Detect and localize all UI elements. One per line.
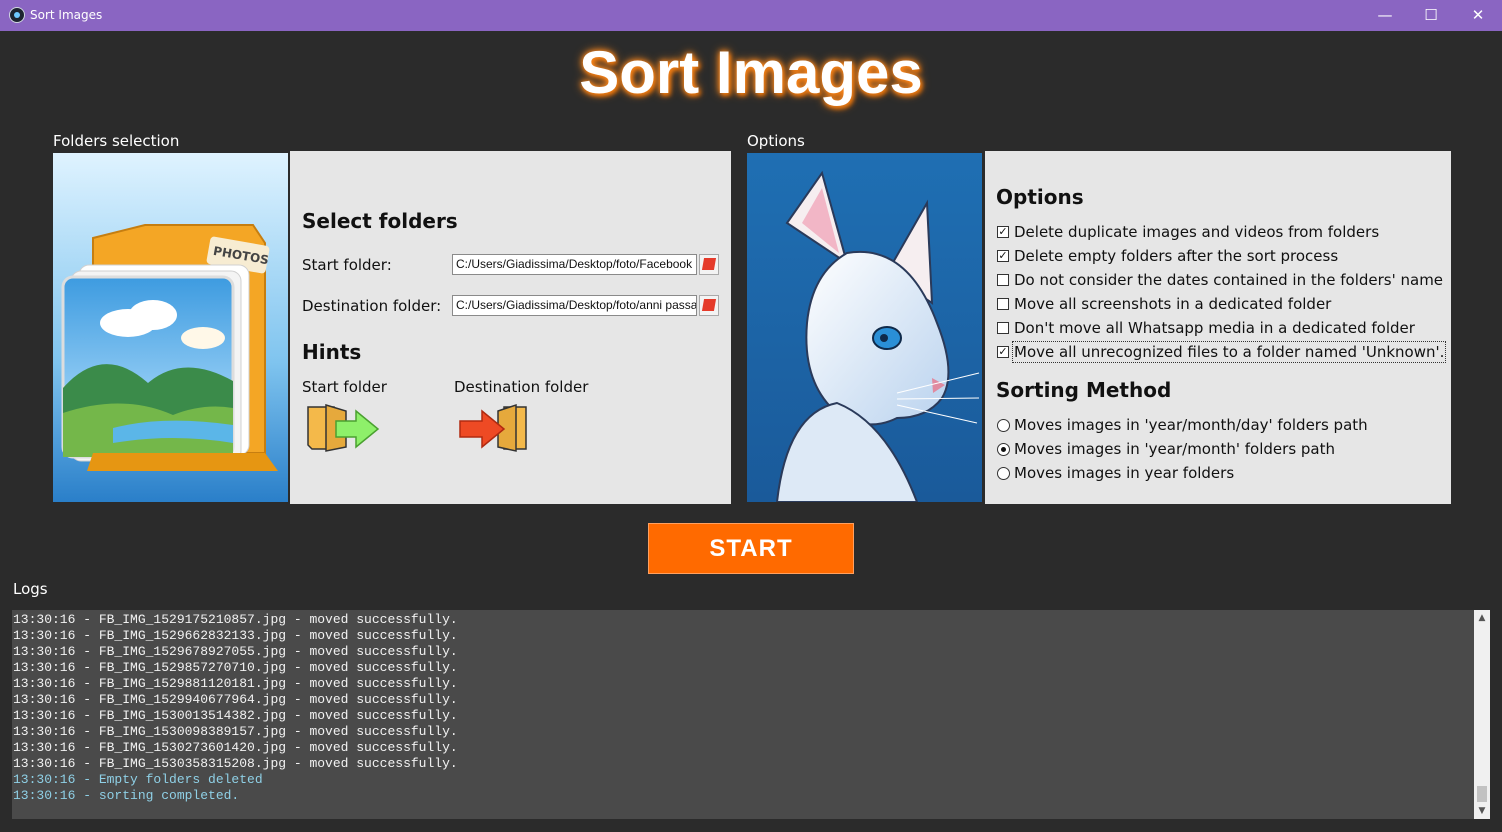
select-folders-heading: Select folders [302, 209, 458, 233]
log-line: 13:30:16 - FB_IMG_1530098389157.jpg - mo… [13, 724, 458, 739]
option-label: Delete duplicate images and videos from … [1014, 223, 1380, 241]
destination-folder-hint-icon [459, 403, 527, 452]
option-label: Move all unrecognized files to a folder … [1011, 341, 1447, 363]
options-section-label: Options [747, 132, 805, 150]
checkbox[interactable] [997, 274, 1009, 286]
scroll-up-arrow-icon[interactable]: ▲ [1474, 610, 1490, 626]
destination-folder-input[interactable]: C:/Users/Giadissima/Desktop/foto/anni pa… [452, 295, 697, 316]
destination-folder-browse-button[interactable] [699, 295, 719, 316]
folders-section-label: Folders selection [53, 132, 180, 150]
checkbox[interactable]: ✓ [997, 250, 1009, 262]
checkbox[interactable]: ✓ [997, 346, 1009, 358]
sorting-label: Moves images in 'year/month' folders pat… [1014, 440, 1335, 458]
option-label: Move all screenshots in a dedicated fold… [1014, 295, 1332, 313]
logs-section-label: Logs [13, 580, 48, 598]
start-folder-label: Start folder: [302, 256, 392, 274]
start-folder-input[interactable]: C:/Users/Giadissima/Desktop/foto/Faceboo… [452, 254, 697, 275]
log-line-info: 13:30:16 - Empty folders deleted [13, 772, 263, 787]
hints-heading: Hints [302, 340, 362, 364]
minimize-button[interactable]: — [1362, 0, 1408, 31]
radio-button[interactable] [997, 419, 1010, 432]
log-line: 13:30:16 - FB_IMG_1529662832133.jpg - mo… [13, 628, 458, 643]
folder-photos-illustration-svg: PHOTOS [53, 153, 288, 502]
logs-scrollbar[interactable]: ▲ ▼ [1474, 610, 1490, 819]
checkbox[interactable] [997, 298, 1009, 310]
log-line: 13:30:16 - FB_IMG_1529678927055.jpg - mo… [13, 644, 458, 659]
cat-illustration [747, 153, 982, 502]
scroll-down-arrow-icon[interactable]: ▼ [1474, 803, 1490, 819]
cat-illustration-svg [747, 153, 982, 502]
log-line: 13:30:16 - FB_IMG_1529881120181.jpg - mo… [13, 676, 458, 691]
start-folder-browse-button[interactable] [699, 254, 719, 275]
log-line: 13:30:16 - FB_IMG_1530013514382.jpg - mo… [13, 708, 458, 723]
sorting-method-heading: Sorting Method [996, 378, 1172, 402]
log-line: 13:30:16 - FB_IMG_1529175210857.jpg - mo… [13, 612, 458, 627]
app-icon [9, 7, 25, 23]
hint-start-folder-label: Start folder [302, 378, 387, 396]
radio-button[interactable] [997, 443, 1010, 456]
log-line: 13:30:16 - FB_IMG_1530358315208.jpg - mo… [13, 756, 458, 771]
sorting-label: Moves images in year folders [1014, 464, 1235, 482]
option-label: Don't move all Whatsapp media in a dedic… [1014, 319, 1415, 337]
checkbox[interactable] [997, 322, 1009, 334]
maximize-button[interactable]: ☐ [1408, 0, 1454, 31]
log-line: 13:30:16 - FB_IMG_1529940677964.jpg - mo… [13, 692, 458, 707]
log-line: 13:30:16 - FB_IMG_1529857270710.jpg - mo… [13, 660, 458, 675]
app-title: Sort Images [579, 39, 923, 106]
window-titlebar: Sort Images — ☐ ✕ [0, 0, 1502, 31]
close-button[interactable]: ✕ [1455, 0, 1501, 31]
logs-textbox[interactable]: 13:30:16 - FB_IMG_1529175210857.jpg - mo… [12, 610, 1474, 819]
option-label: Do not consider the dates contained in t… [1014, 271, 1444, 289]
log-line-info: 13:30:16 - sorting completed. [13, 788, 240, 803]
folder-illustration: PHOTOS [53, 153, 288, 502]
window-title: Sort Images [30, 8, 103, 22]
destination-folder-label: Destination folder: [302, 297, 442, 315]
radio-button[interactable] [997, 467, 1010, 480]
log-line: 13:30:16 - FB_IMG_1530273601420.jpg - mo… [13, 740, 458, 755]
start-folder-hint-icon [307, 403, 380, 452]
scroll-thumb[interactable] [1477, 786, 1487, 802]
start-button[interactable]: START [648, 523, 854, 574]
option-label: Delete empty folders after the sort proc… [1014, 247, 1339, 265]
sorting-label: Moves images in 'year/month/day' folders… [1014, 416, 1368, 434]
options-heading: Options [996, 185, 1084, 209]
hint-destination-folder-label: Destination folder [454, 378, 589, 396]
checkbox[interactable]: ✓ [997, 226, 1009, 238]
